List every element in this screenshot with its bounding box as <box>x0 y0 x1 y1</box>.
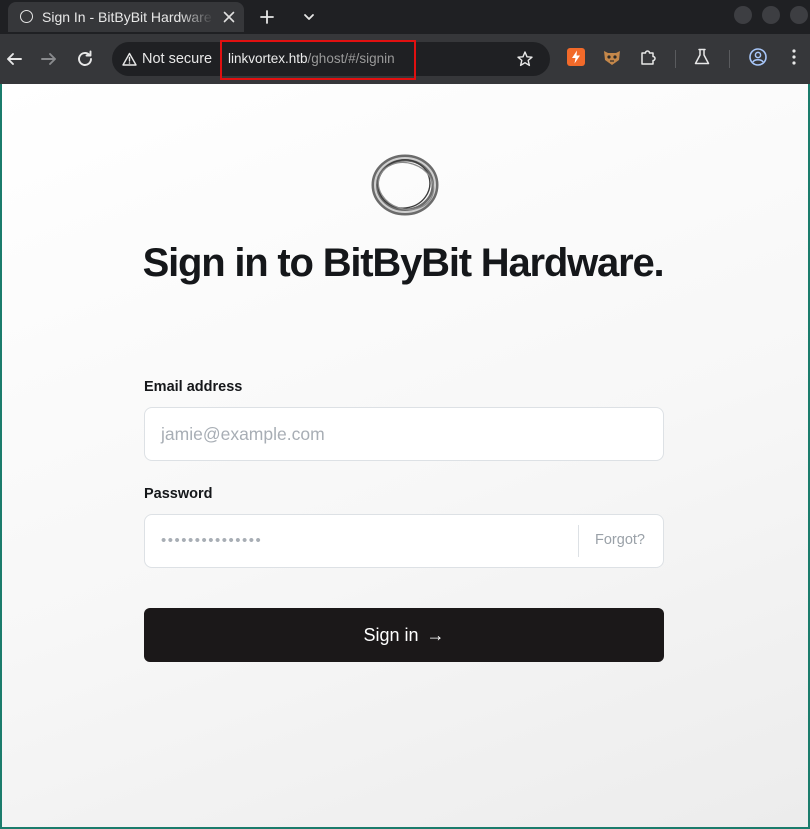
email-field[interactable]: jamie@example.com <box>144 407 664 461</box>
browser-toolbar: Not secure linkvortex.htb/ghost/#/signin <box>0 34 810 84</box>
tab-favicon-icon <box>20 10 33 23</box>
url-path: /ghost/#/signin <box>307 51 395 66</box>
email-placeholder: jamie@example.com <box>161 424 325 444</box>
browser-tab[interactable]: Sign In - BitByBit Hardware <box>8 2 244 32</box>
bolt-extension-icon[interactable] <box>566 47 586 67</box>
password-field[interactable]: ••••••••••••••• Forgot? <box>144 514 664 568</box>
sign-in-button[interactable]: Sign in → <box>144 608 664 662</box>
bookmark-star-icon[interactable] <box>516 50 534 68</box>
chevron-down-icon[interactable] <box>298 6 320 28</box>
forward-arrow-icon[interactable] <box>37 47 61 71</box>
window-minimize-button[interactable] <box>734 6 752 24</box>
address-bar[interactable]: Not secure linkvortex.htb/ghost/#/signin <box>112 40 550 80</box>
tab-strip: Sign In - BitByBit Hardware <box>0 0 810 34</box>
security-label: Not secure <box>142 51 213 67</box>
forgot-password-link[interactable]: Forgot? <box>595 532 645 548</box>
sign-in-label: Sign in <box>363 624 419 645</box>
toolbar-divider <box>675 50 676 68</box>
tab-title: Sign In - BitByBit Hardware <box>42 9 212 25</box>
site-logo <box>371 154 439 216</box>
security-indicator[interactable]: Not secure <box>112 42 212 76</box>
kebab-menu-icon[interactable] <box>784 47 804 67</box>
email-label: Email address <box>144 379 243 395</box>
page-title: Sign in to BitByBit Hardware. <box>142 241 665 285</box>
signin-page: Sign in to BitByBit Hardware. Email addr… <box>2 84 808 827</box>
url-host: linkvortex.htb <box>228 51 308 66</box>
window-border <box>0 84 2 829</box>
back-arrow-icon[interactable] <box>2 47 26 71</box>
password-label: Password <box>144 486 213 502</box>
puzzle-icon[interactable] <box>638 47 658 67</box>
arrow-right-icon: → <box>426 624 445 645</box>
url-text[interactable]: linkvortex.htb/ghost/#/signin <box>228 51 395 66</box>
url-highlight-box: linkvortex.htb/ghost/#/signin <box>220 40 416 80</box>
window-maximize-button[interactable] <box>762 6 780 24</box>
reload-icon[interactable] <box>73 47 97 71</box>
close-icon[interactable] <box>220 8 238 26</box>
warning-triangle-icon <box>122 52 137 66</box>
new-tab-plus-icon[interactable] <box>256 6 278 28</box>
password-divider <box>578 525 579 557</box>
profile-icon[interactable] <box>748 47 768 67</box>
window-close-button[interactable] <box>790 6 808 24</box>
toolbar-divider <box>729 50 730 68</box>
fox-extension-icon[interactable] <box>602 47 622 67</box>
password-placeholder: ••••••••••••••• <box>161 532 263 549</box>
flask-icon[interactable] <box>692 47 712 67</box>
